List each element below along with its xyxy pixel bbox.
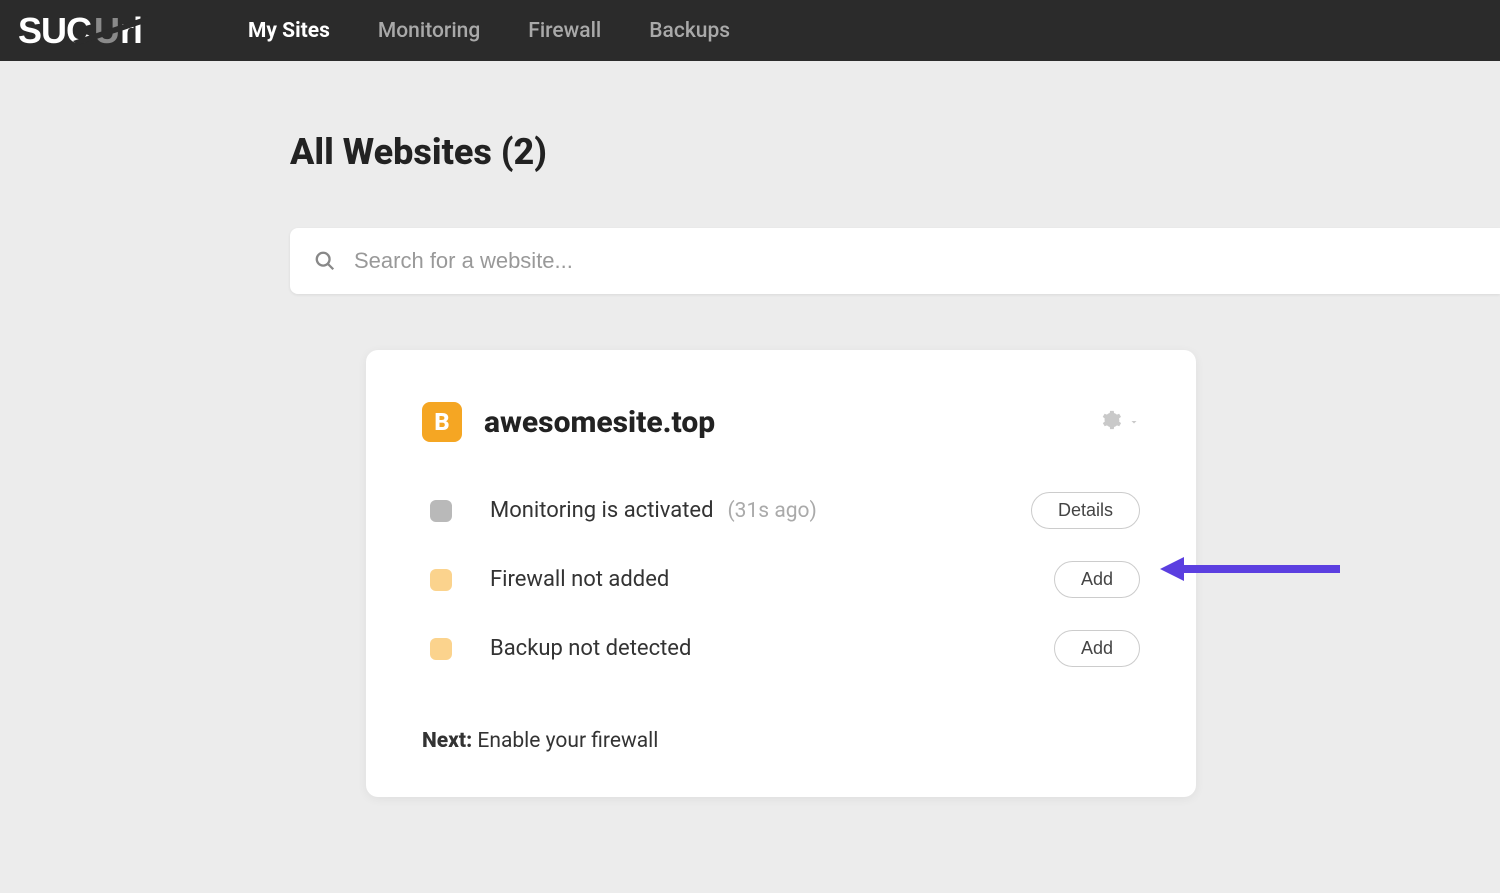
status-text: Monitoring is activated bbox=[490, 498, 713, 523]
status-row-backup: Backup not detected Add bbox=[422, 630, 1140, 667]
status-indicator-icon bbox=[430, 500, 452, 522]
nav-firewall[interactable]: Firewall bbox=[528, 19, 601, 43]
nav-monitoring[interactable]: Monitoring bbox=[378, 19, 480, 43]
status-time: (31s ago) bbox=[727, 499, 816, 523]
page-content: All Websites (2) B awesomesite.top bbox=[0, 61, 1500, 797]
status-row-firewall: Firewall not added Add bbox=[422, 561, 1140, 598]
nav-backups[interactable]: Backups bbox=[649, 19, 730, 43]
details-button[interactable]: Details bbox=[1031, 492, 1140, 529]
site-name: awesomesite.top bbox=[484, 405, 715, 440]
chevron-down-icon bbox=[1128, 413, 1140, 432]
site-badge: B bbox=[422, 402, 462, 442]
nav-my-sites[interactable]: My Sites bbox=[248, 19, 330, 43]
next-label: Next: bbox=[422, 729, 472, 753]
search-bar[interactable] bbox=[290, 228, 1500, 294]
top-nav: SUC U ri My Sites Monitoring Firewall Ba… bbox=[0, 0, 1500, 61]
card-header: B awesomesite.top bbox=[422, 402, 1140, 442]
site-settings-menu[interactable] bbox=[1100, 409, 1140, 435]
next-action: Next: Enable your firewall bbox=[422, 729, 1140, 753]
sucuri-logo: SUC U ri bbox=[18, 11, 188, 51]
search-icon bbox=[314, 250, 336, 272]
status-indicator-icon bbox=[430, 638, 452, 660]
status-text: Firewall not added bbox=[490, 567, 669, 592]
status-row-monitoring: Monitoring is activated (31s ago) Detail… bbox=[422, 492, 1140, 529]
add-firewall-button[interactable]: Add bbox=[1054, 561, 1140, 598]
status-indicator-icon bbox=[430, 569, 452, 591]
svg-text:SUC: SUC bbox=[18, 11, 92, 51]
annotation-arrow bbox=[1160, 552, 1340, 586]
status-text: Backup not detected bbox=[490, 636, 691, 661]
next-text: Enable your firewall bbox=[472, 729, 658, 753]
search-input[interactable] bbox=[354, 248, 1476, 274]
nav-items: My Sites Monitoring Firewall Backups bbox=[248, 19, 730, 43]
site-card: B awesomesite.top Monitoring is activate… bbox=[366, 350, 1196, 797]
add-backup-button[interactable]: Add bbox=[1054, 630, 1140, 667]
gear-icon bbox=[1100, 409, 1122, 435]
page-title: All Websites (2) bbox=[290, 131, 1500, 173]
svg-text:ri: ri bbox=[120, 11, 142, 51]
